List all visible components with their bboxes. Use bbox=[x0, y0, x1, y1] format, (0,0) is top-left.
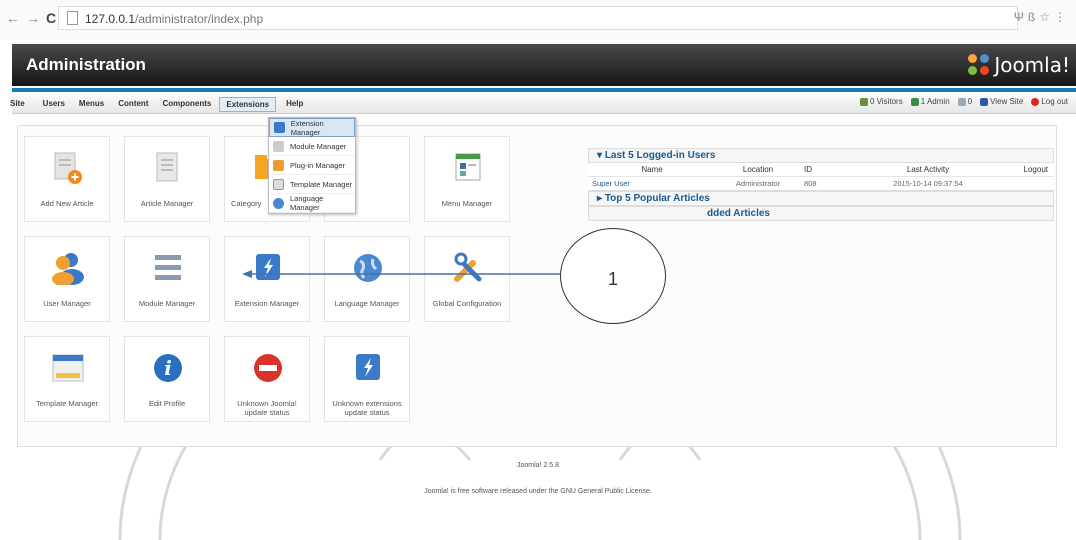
callout-marker: 1 bbox=[560, 228, 666, 324]
callout-arrow bbox=[242, 270, 560, 278]
callout-number: 1 bbox=[607, 269, 618, 289]
